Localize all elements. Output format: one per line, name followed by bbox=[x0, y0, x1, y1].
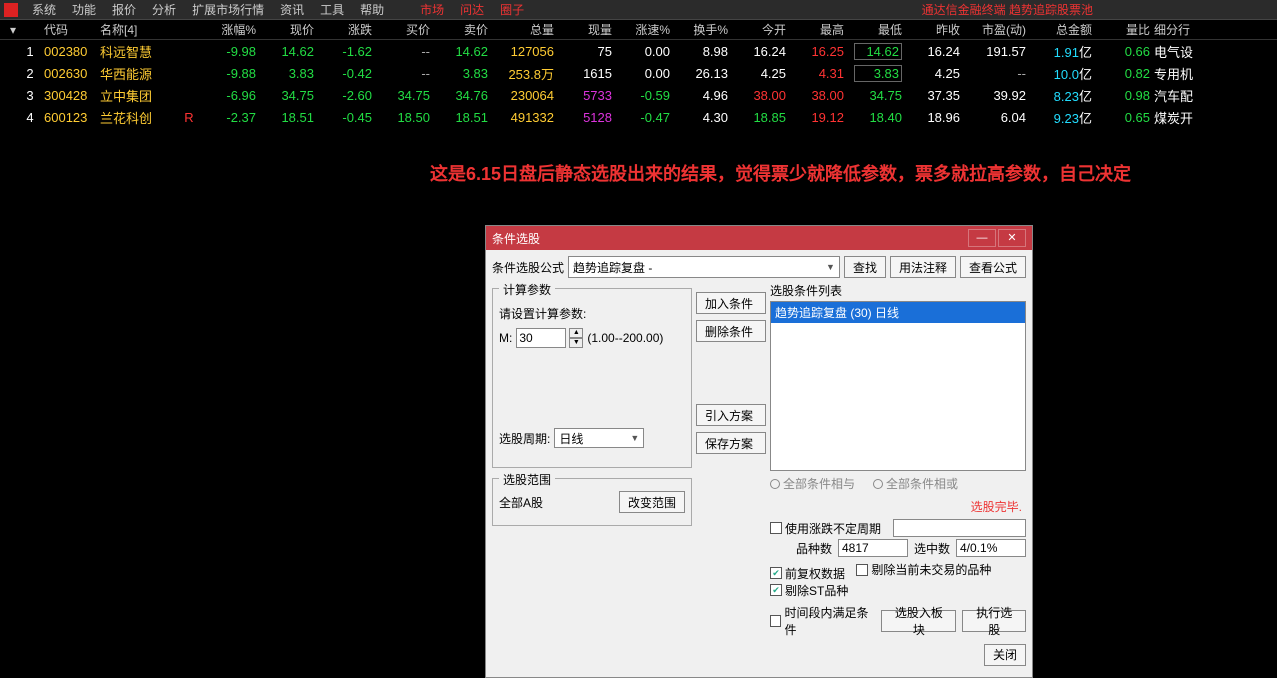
stat-sel-value: 4/0.1% bbox=[956, 539, 1026, 557]
menu-quanzi[interactable]: 圈子 bbox=[492, 1, 532, 18]
dialog-title: 条件选股 bbox=[492, 230, 966, 247]
delete-condition-button[interactable]: 删除条件 bbox=[696, 320, 766, 342]
hdr-ind[interactable]: 细分行 bbox=[1150, 21, 1208, 38]
menu-function[interactable]: 功能 bbox=[64, 1, 104, 18]
table-body: 1002380科远智慧-9.9814.62-1.62--14.621270567… bbox=[0, 40, 1277, 128]
radio-and[interactable]: 全部条件相与 bbox=[770, 475, 855, 492]
add-condition-button[interactable]: 加入条件 bbox=[696, 292, 766, 314]
menu-quote[interactable]: 报价 bbox=[104, 1, 144, 18]
hdr-high[interactable]: 最高 bbox=[786, 21, 844, 38]
find-button[interactable]: 查找 bbox=[844, 256, 886, 278]
scope-value: 全部A股 bbox=[499, 494, 543, 511]
close-icon[interactable]: ✕ bbox=[998, 229, 1026, 247]
hdr-pclose[interactable]: 昨收 bbox=[902, 21, 960, 38]
usage-button[interactable]: 用法注释 bbox=[890, 256, 956, 278]
menu-tools[interactable]: 工具 bbox=[312, 1, 352, 18]
menu-ext[interactable]: 扩展市场行情 bbox=[184, 1, 272, 18]
condition-dialog: 条件选股 — ✕ 条件选股公式 趋势追踪复盘 -▼ 查找 用法注释 查看公式 计… bbox=[485, 225, 1033, 678]
chevron-down-icon: ▼ bbox=[630, 433, 639, 443]
hdr-amt[interactable]: 总金额 bbox=[1026, 21, 1092, 38]
condition-list-title: 选股条件列表 bbox=[770, 282, 1026, 299]
stat-sel-label: 选中数 bbox=[914, 540, 950, 557]
annotation-text: 这是6.15日盘后静态选股出来的结果，觉得票少就降低参数，票多就拉高参数，自己决… bbox=[430, 160, 1131, 186]
chevron-down-icon: ▼ bbox=[826, 262, 835, 272]
app-icon bbox=[4, 3, 18, 17]
hdr-pct[interactable]: 涨幅% bbox=[198, 21, 256, 38]
hdr-open[interactable]: 今开 bbox=[728, 21, 786, 38]
stat-count-value: 4817 bbox=[838, 539, 908, 557]
hdr-ask[interactable]: 卖价 bbox=[430, 21, 488, 38]
scope-title: 选股范围 bbox=[499, 471, 555, 488]
minimize-icon[interactable]: — bbox=[968, 229, 996, 247]
hdr-chg[interactable]: 涨跌 bbox=[314, 21, 372, 38]
table-header: ▾ 代码 名称[4] 涨幅% 现价 涨跌 买价 卖价 总量 现量 涨速% 换手%… bbox=[0, 20, 1277, 40]
calc-prompt: 请设置计算参数: bbox=[499, 305, 685, 322]
table-row[interactable]: 3300428立中集团-6.9634.75-2.6034.7534.762300… bbox=[0, 84, 1277, 106]
change-scope-button[interactable]: 改变范围 bbox=[619, 491, 685, 513]
param-m-label: M: bbox=[499, 331, 512, 345]
param-m-input[interactable]: 30 bbox=[516, 328, 566, 348]
hdr-cur[interactable]: 现量 bbox=[554, 21, 612, 38]
menu-info[interactable]: 资讯 bbox=[272, 1, 312, 18]
param-range: (1.00--200.00) bbox=[587, 331, 663, 345]
chk-st[interactable]: ✔剔除ST品种 bbox=[770, 582, 848, 599]
table-row[interactable]: 4600123兰花科创R-2.3718.51-0.4518.5018.51491… bbox=[0, 106, 1277, 128]
chk-time[interactable]: 时间段内满足条件 bbox=[770, 604, 875, 638]
period-label: 选股周期: bbox=[499, 430, 550, 447]
hdr-pe[interactable]: 市盈(动) bbox=[960, 21, 1026, 38]
period-select[interactable]: 日线▼ bbox=[554, 428, 644, 448]
condition-listbox[interactable]: 趋势追踪复盘 (30) 日线 bbox=[770, 301, 1026, 471]
import-plan-button[interactable]: 引入方案 bbox=[696, 404, 766, 426]
run-button[interactable]: 执行选股 bbox=[962, 610, 1026, 632]
hdr-vr[interactable]: 量比 bbox=[1092, 21, 1150, 38]
menu-wenda[interactable]: 问达 bbox=[452, 1, 492, 18]
spin-down-icon[interactable]: ▼ bbox=[569, 338, 583, 348]
save-plan-button[interactable]: 保存方案 bbox=[696, 432, 766, 454]
close-button[interactable]: 关闭 bbox=[984, 644, 1026, 666]
hdr-code[interactable]: 代码 bbox=[44, 21, 100, 38]
dialog-titlebar[interactable]: 条件选股 — ✕ bbox=[486, 226, 1032, 250]
calc-params-title: 计算参数 bbox=[499, 281, 555, 298]
hdr-bid[interactable]: 买价 bbox=[372, 21, 430, 38]
menu-bar: 系统 功能 报价 分析 扩展市场行情 资讯 工具 帮助 市场 问达 圈子 通达信… bbox=[0, 0, 1277, 20]
period-input[interactable] bbox=[893, 519, 1026, 537]
stat-count-label: 品种数 bbox=[796, 540, 832, 557]
radio-or[interactable]: 全部条件相或 bbox=[873, 475, 958, 492]
spin-up-icon[interactable]: ▲ bbox=[569, 328, 583, 338]
hdr-vol[interactable]: 总量 bbox=[488, 21, 554, 38]
formula-select[interactable]: 趋势追踪复盘 -▼ bbox=[568, 256, 840, 278]
to-block-button[interactable]: 选股入板块 bbox=[881, 610, 956, 632]
hdr-spd[interactable]: 涨速% bbox=[612, 21, 670, 38]
formula-label: 条件选股公式 bbox=[492, 259, 564, 276]
table-row[interactable]: 1002380科远智慧-9.9814.62-1.62--14.621270567… bbox=[0, 40, 1277, 62]
chk-fq[interactable]: ✔前复权数据 bbox=[770, 565, 845, 582]
chk-period[interactable]: 使用涨跌不定周期 bbox=[770, 520, 881, 537]
view-formula-button[interactable]: 查看公式 bbox=[960, 256, 1026, 278]
menu-market[interactable]: 市场 bbox=[412, 1, 452, 18]
chk-rm[interactable]: 剔除当前未交易的品种 bbox=[856, 561, 991, 578]
table-row[interactable]: 2002630华西能源-9.883.83-0.42--3.83253.8万161… bbox=[0, 62, 1277, 84]
menu-system[interactable]: 系统 bbox=[24, 1, 64, 18]
row-dropdown-icon[interactable]: ▾ bbox=[4, 23, 16, 37]
hdr-name[interactable]: 名称[4] bbox=[100, 21, 180, 38]
menu-analysis[interactable]: 分析 bbox=[144, 1, 184, 18]
hdr-price[interactable]: 现价 bbox=[256, 21, 314, 38]
menu-help[interactable]: 帮助 bbox=[352, 1, 392, 18]
list-item[interactable]: 趋势追踪复盘 (30) 日线 bbox=[771, 302, 1025, 323]
hdr-low[interactable]: 最低 bbox=[844, 21, 902, 38]
brand-text: 通达信金融终端 趋势追踪股票池 bbox=[922, 1, 1093, 18]
hdr-turn[interactable]: 换手% bbox=[670, 21, 728, 38]
status-done: 选股完毕. bbox=[770, 496, 1026, 517]
